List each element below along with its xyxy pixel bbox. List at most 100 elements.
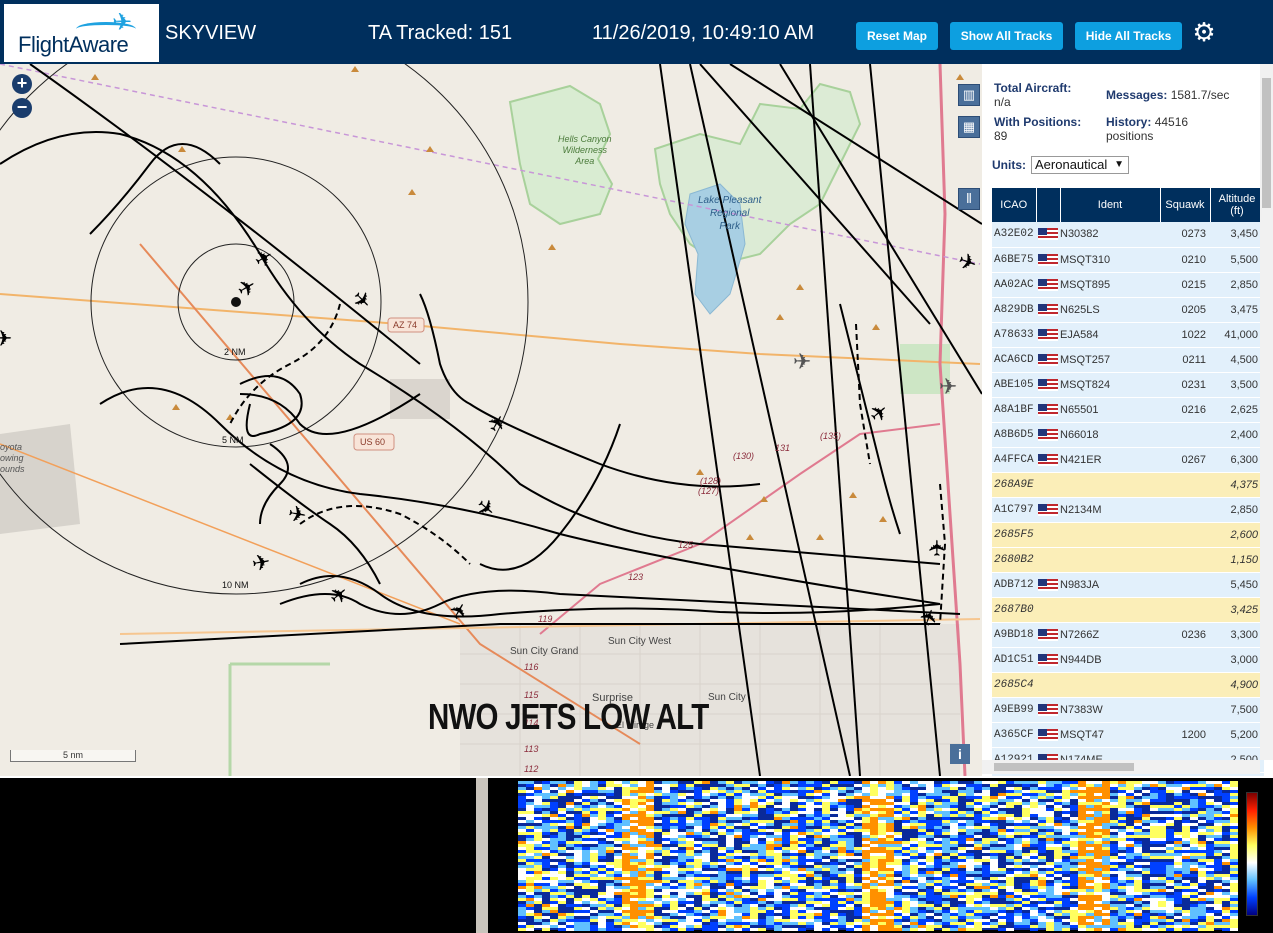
road-label-116: 116 [524,662,539,672]
cell-squawk: 0216 [1160,397,1210,423]
cell-flag [1036,372,1060,398]
airplane-icon: ✈ [793,350,811,375]
cell-altitude: 3,450 [1210,222,1264,248]
table-row[interactable]: AD1C51 N944DB 3,000 [992,647,1264,673]
col-ident[interactable]: Ident [1060,188,1161,222]
cell-altitude: 4,375 [1210,472,1264,498]
us-flag-icon [1038,653,1058,666]
table-row[interactable]: 2687B0 3,425 [992,597,1264,623]
col-flag[interactable] [1036,188,1061,222]
overlay-caption: NWO JETS LOW ALT [428,696,709,737]
table-row[interactable]: ADB712 N983JA 5,450 [992,572,1264,598]
cell-icao: ABE105 [992,372,1036,398]
cell-ident: N7383W [1060,697,1160,723]
table-row[interactable]: A78633 EJA584 1022 41,000 [992,322,1264,348]
cell-icao: A78633 [992,322,1036,348]
flightaware-logo[interactable]: ✈ FlightAware [4,4,159,62]
cell-icao: AA02AC [992,272,1036,298]
grid-icon[interactable]: ▦ [958,116,980,138]
gear-icon[interactable]: ⚙ [1190,18,1218,46]
cell-altitude: 4,500 [1210,347,1264,373]
col-icao[interactable]: ICAO [992,188,1037,222]
stat-value: 1581.7/sec [1170,88,1230,102]
cell-flag [1036,672,1060,698]
stat-label: With Positions: [994,115,1082,129]
reset-map-button[interactable]: Reset Map [856,22,938,50]
table-row[interactable]: A829DB N625LS 0205 3,475 [992,297,1264,323]
units-select[interactable]: Aeronautical ▼ [1031,156,1129,174]
zoom-out-button[interactable]: − [12,98,32,118]
cell-squawk: 0205 [1160,297,1210,323]
sidebar-horizontal-scrollbar[interactable] [982,760,1260,774]
table-row[interactable]: A32E02 N30382 0273 3,450 [992,222,1264,248]
cell-ident: MSQT895 [1060,272,1160,298]
table-row[interactable]: A1C797 N2134M 2,850 [992,497,1264,523]
table-row[interactable]: 268A9E 4,375 [992,472,1264,498]
receiver-location [231,297,241,307]
columns-icon[interactable]: ⦀ [958,188,980,210]
aircraft-table-body: A32E02 N30382 0273 3,450 A6BE75 MSQT310 0210 5,… [992,222,1264,776]
airplane-icon: ✈ [954,248,980,278]
map-view[interactable]: ✈ ✈ ✈ ✈ ✈ ✈ ✈ ✈ ✈ ✈ ✈ ✈ ✈ ✈ ✈ ✈ 2 NM 5 N… [0,64,982,776]
zoom-in-button[interactable]: + [12,74,32,94]
map-icon[interactable]: ▥ [958,84,980,106]
cell-flag [1036,222,1060,248]
place-label-line: owing [0,453,24,463]
table-row[interactable]: ABE105 MSQT824 0231 3,500 [992,372,1264,398]
panel-divider [476,778,488,933]
road-label-131: 131 [775,443,791,453]
cell-flag [1036,447,1060,473]
ring-label-5nm: 5 NM [222,435,244,445]
total-aircraft-stat: Total Aircraft: n/a [994,81,1071,109]
logo-text: FlightAware [18,32,129,57]
cell-ident: MSQT257 [1060,347,1160,373]
cell-ident: N625LS [1060,297,1160,323]
road-label-us60: US 60 [360,437,386,447]
cell-altitude: 2,850 [1210,497,1264,523]
cell-flag [1036,597,1060,623]
table-row[interactable]: A9BD18 N7266Z 0236 3,300 [992,622,1264,648]
road-label-130: (130) [733,451,755,461]
table-row[interactable]: AA02AC MSQT895 0215 2,850 [992,272,1264,298]
cell-icao: A9BD18 [992,622,1036,648]
table-row[interactable]: A365CF MSQT47 1200 5,200 [992,722,1264,748]
messages-stat: Messages: 1581.7/sec [1106,88,1229,102]
table-row[interactable]: ACA6CD MSQT257 0211 4,500 [992,347,1264,373]
road-label-119: 119 [538,614,553,624]
table-row[interactable]: A8B6D5 N66018 2,400 [992,422,1264,448]
table-row[interactable]: A4FFCA N421ER 0267 6,300 [992,447,1264,473]
cell-altitude: 5,200 [1210,722,1264,748]
table-row[interactable]: 2685C4 4,900 [992,672,1264,698]
table-row[interactable]: 2680B2 1,150 [992,547,1264,573]
col-altitude[interactable]: Altitude (ft) [1210,188,1265,222]
aircraft-sidebar: Total Aircraft: n/a Messages: 1581.7/sec… [982,64,1273,776]
place-sun-city-west: Sun City West [608,636,672,647]
scrollbar-thumb[interactable] [1262,78,1271,208]
scrollbar-thumb[interactable] [994,763,1134,771]
col-squawk[interactable]: Squawk [1160,188,1211,222]
airplane-icon: ✈ [445,598,476,626]
cell-squawk [1160,422,1210,448]
ring-label-2nm: 2 NM [224,347,246,357]
cell-squawk: 0231 [1160,372,1210,398]
cell-squawk [1160,472,1210,498]
cell-ident [1060,672,1160,698]
airplane-icon: ✈ [346,285,377,316]
show-all-tracks-button[interactable]: Show All Tracks [950,22,1063,50]
us-flag-icon [1038,503,1058,516]
cell-altitude: 6,300 [1210,447,1264,473]
place-label-line: Park [719,221,740,232]
cell-flag [1036,722,1060,748]
table-row[interactable]: 2685F5 2,600 [992,522,1264,548]
table-row[interactable]: A6BE75 MSQT310 0210 5,500 [992,247,1264,273]
info-button[interactable]: i [950,744,970,764]
table-row[interactable]: A9EB99 N7383W 7,500 [992,697,1264,723]
table-row[interactable]: A8A1BF N65501 0216 2,625 [992,397,1264,423]
cell-altitude: 5,500 [1210,247,1264,273]
chevron-down-icon: ▼ [1114,159,1124,170]
cell-ident: N944DB [1060,647,1160,673]
us-flag-icon [1038,353,1058,366]
app-title: SKYVIEW [165,22,257,44]
hide-all-tracks-button[interactable]: Hide All Tracks [1075,22,1182,50]
sidebar-vertical-scrollbar[interactable] [1260,64,1273,760]
